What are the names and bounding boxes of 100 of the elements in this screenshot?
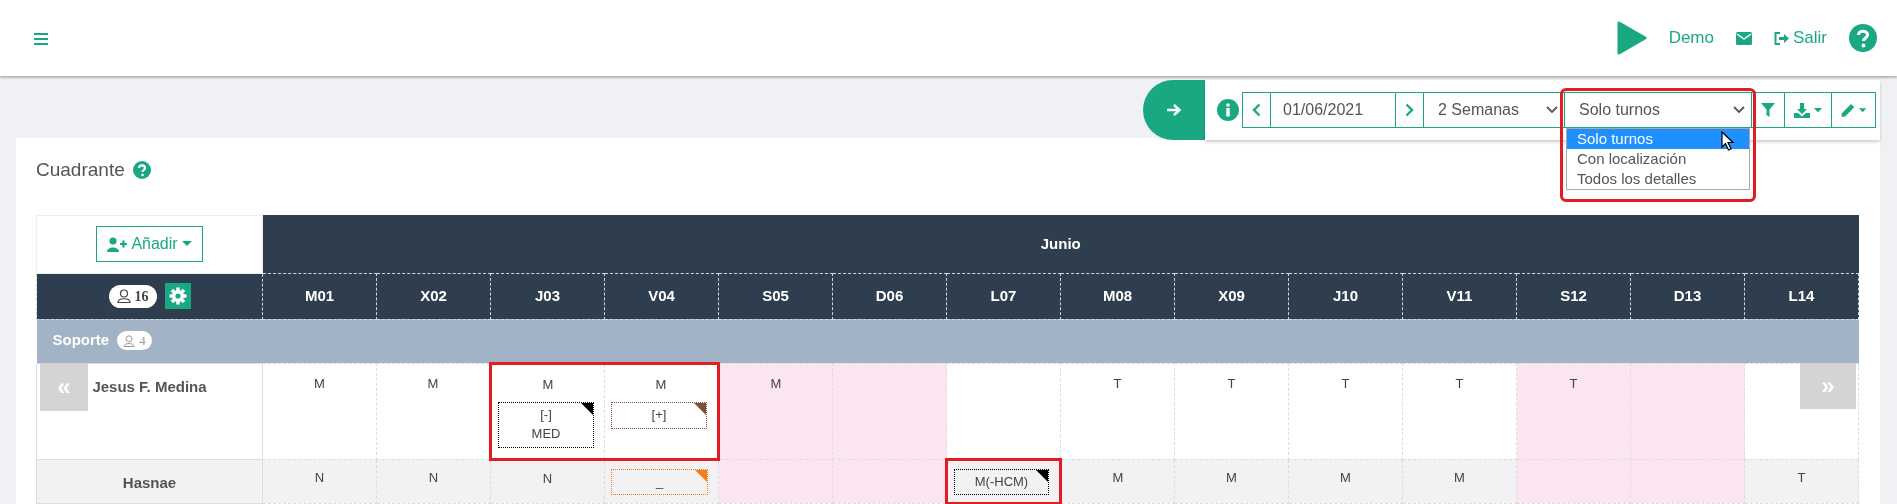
- shift-label: T: [1112, 374, 1123, 393]
- shift-label: T: [1568, 374, 1579, 393]
- schedule-cell[interactable]: M: [1402, 459, 1517, 503]
- day-header: J03: [490, 273, 605, 319]
- add-person-icon: [107, 236, 128, 252]
- day-header: D06: [832, 273, 947, 319]
- shift-note: _: [611, 468, 708, 496]
- caret-icon: [1814, 107, 1822, 113]
- settings-button[interactable]: [164, 283, 191, 309]
- schedule-cell[interactable]: M [+]: [604, 363, 719, 459]
- schedule-cell[interactable]: T: [1174, 363, 1289, 459]
- info-icon[interactable]: [1217, 99, 1239, 121]
- staff-count: 16: [108, 284, 157, 308]
- shift-label: M: [426, 374, 440, 393]
- caret-icon: [181, 241, 192, 247]
- filter-icon: [1761, 103, 1775, 117]
- schedule-cell[interactable]: [832, 363, 947, 459]
- shift-label: M: [1225, 468, 1238, 487]
- card-title: Cuadrante: [36, 158, 125, 182]
- edit-button[interactable]: [1831, 92, 1876, 128]
- shift-label: M: [541, 375, 555, 394]
- schedule-cell[interactable]: T: [1402, 363, 1517, 459]
- shift-label: T: [1454, 374, 1465, 393]
- staff-name: Jesus F. Medina: [92, 376, 207, 397]
- schedule-cell[interactable]: [1516, 459, 1631, 503]
- date-field[interactable]: 01/06/2021: [1270, 92, 1396, 128]
- corner-mark-icon: [581, 403, 593, 415]
- person-icon: [123, 334, 136, 347]
- schedule-cell[interactable]: [1630, 459, 1745, 503]
- next-button[interactable]: [1395, 92, 1424, 128]
- chevron-right-icon: [1405, 103, 1414, 117]
- schedule-cell[interactable]: M: [1174, 459, 1289, 503]
- schedule-cell[interactable]: N: [376, 459, 491, 503]
- shift-label: T: [1226, 374, 1237, 393]
- previous-button[interactable]: [1242, 92, 1271, 128]
- schedule-cell[interactable]: M [-] MED: [490, 363, 605, 459]
- shift-label: T: [1796, 468, 1807, 487]
- day-header: L07: [946, 273, 1061, 319]
- day-header: S05: [718, 273, 833, 319]
- schedule-cell[interactable]: [718, 459, 833, 503]
- corner-mark-icon: [694, 403, 706, 415]
- menu-icon: [34, 32, 48, 45]
- caret-icon: [1858, 107, 1866, 113]
- day-header: X09: [1174, 273, 1289, 319]
- schedule-cell[interactable]: M: [1288, 459, 1403, 503]
- mail-icon[interactable]: [1736, 31, 1752, 45]
- schedule-cell[interactable]: [946, 363, 1061, 459]
- day-header: M08: [1060, 273, 1175, 319]
- schedule-cell[interactable]: _: [604, 459, 719, 503]
- help-icon[interactable]: [1849, 24, 1877, 52]
- shift-label: M: [313, 374, 326, 393]
- shift-label: M: [1339, 468, 1352, 487]
- download-button[interactable]: [1784, 92, 1832, 128]
- day-header: J10: [1288, 273, 1403, 319]
- play-icon[interactable]: [1616, 21, 1647, 55]
- schedule-cell[interactable]: M: [718, 363, 833, 459]
- schedule-cell[interactable]: T: [1060, 363, 1175, 459]
- settings-icon: [168, 287, 187, 305]
- corner-mark-icon: [695, 469, 707, 482]
- shift-label: M: [769, 374, 783, 393]
- schedule-cell[interactable]: T: [1516, 363, 1631, 459]
- toggle-toolbar-button[interactable]: [1143, 80, 1205, 140]
- day-header: V04: [604, 273, 719, 319]
- schedule-cell[interactable]: N: [490, 459, 605, 503]
- chevron-left-icon: [1252, 103, 1261, 117]
- shift-label: N: [313, 468, 326, 487]
- schedule-cell[interactable]: N: [262, 459, 377, 503]
- shift-note: [+]: [611, 402, 707, 429]
- help-icon[interactable]: [132, 161, 151, 180]
- shift-label: T: [1340, 374, 1351, 393]
- period-select[interactable]: 2 Semanas: [1423, 92, 1565, 128]
- shift-label: M: [1453, 468, 1466, 487]
- day-header: M01: [262, 273, 377, 319]
- day-header: L14: [1744, 273, 1859, 319]
- arrow-right-icon: [1166, 103, 1182, 117]
- shift-label: N: [541, 469, 554, 488]
- day-header: D13: [1630, 273, 1745, 319]
- chevron-down-icon: [1546, 106, 1558, 114]
- schedule-cell[interactable]: M: [376, 363, 491, 459]
- shift-label: M: [1111, 468, 1125, 487]
- logout-icon: [1774, 31, 1789, 45]
- cursor-icon: [1721, 131, 1735, 151]
- shift-note: M(-HCM): [954, 468, 1049, 496]
- dropdown-option[interactable]: Todos los detalles: [1567, 169, 1749, 189]
- shift-note: [-] MED: [498, 402, 594, 448]
- schedule-cell[interactable]: [832, 459, 947, 503]
- person-icon: [116, 289, 131, 303]
- group-count: 4: [117, 330, 152, 351]
- schedule-cell[interactable]: M: [262, 363, 377, 459]
- dropdown-option[interactable]: Con localización: [1567, 149, 1749, 169]
- group-name: Soporte: [52, 330, 110, 351]
- schedule-cell[interactable]: T: [1288, 363, 1403, 459]
- view-select[interactable]: Solo turnos: [1564, 92, 1752, 128]
- schedule-cell[interactable]: M(-HCM): [946, 459, 1061, 503]
- download-icon: [1794, 102, 1810, 118]
- schedule-cell[interactable]: M: [1060, 459, 1175, 503]
- staff-name: Hasnae: [122, 472, 177, 493]
- shift-label: N: [427, 468, 440, 487]
- schedule-cell[interactable]: [1630, 363, 1745, 459]
- schedule-cell[interactable]: T: [1744, 459, 1859, 503]
